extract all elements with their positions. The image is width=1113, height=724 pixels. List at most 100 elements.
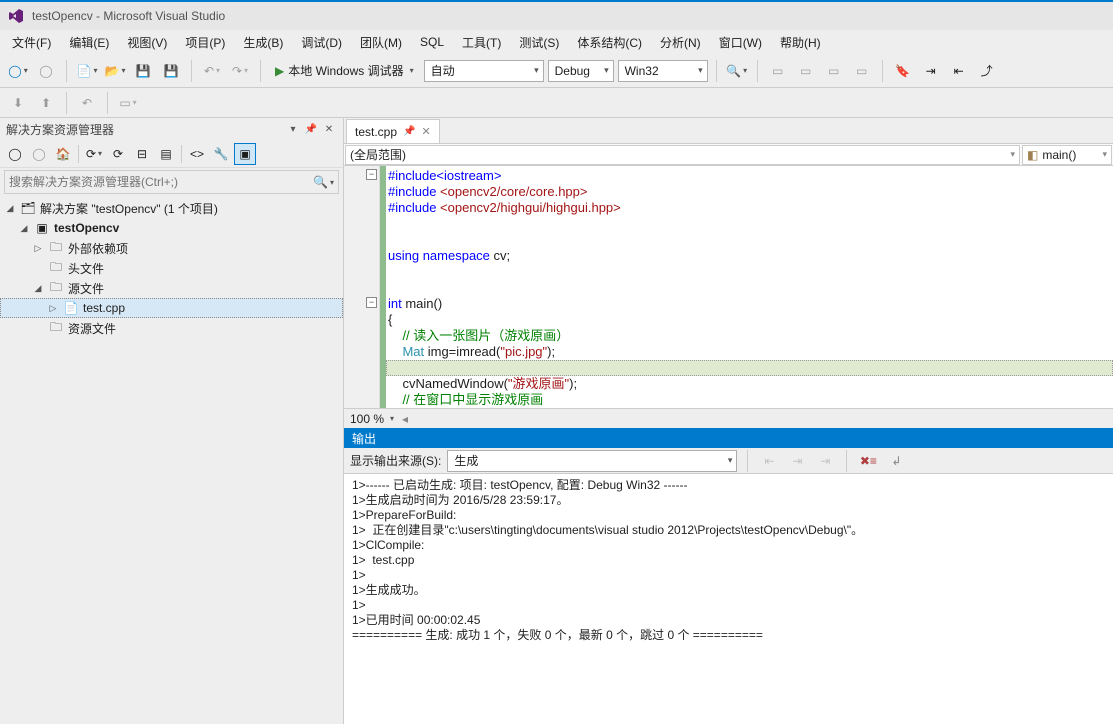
- menu-team[interactable]: 团队(M): [352, 32, 410, 53]
- solution-tree: ◢🗂 解决方案 "testOpencv" (1 个项目) ◢▣ testOpen…: [0, 196, 343, 724]
- menu-tools[interactable]: 工具(T): [454, 32, 509, 53]
- menu-analyze[interactable]: 分析(N): [652, 32, 709, 53]
- open-button[interactable]: 📂▾: [103, 59, 127, 83]
- play-icon: ▶: [275, 64, 284, 78]
- current-line-highlight: [386, 360, 1113, 376]
- solution-search-input[interactable]: [9, 175, 313, 189]
- work-area: 解决方案资源管理器 ▾ 📌 ✕ ◯ ◯ 🏠 ⟳▾ ⟳ ⊟ ▤ <> 🔧 ▣ 🔍▾: [0, 118, 1113, 724]
- pin-icon[interactable]: 📌: [403, 126, 415, 137]
- config-combo[interactable]: 自动: [424, 60, 544, 82]
- output-wrap-icon[interactable]: ↲: [885, 450, 907, 472]
- se-collapse-icon[interactable]: ⊟: [131, 143, 153, 165]
- fold-toggle[interactable]: −: [366, 297, 377, 308]
- zoom-level[interactable]: 100 %: [350, 412, 384, 426]
- output-body[interactable]: 1>------ 已启动生成: 项目: testOpencv, 配置: Debu…: [344, 474, 1113, 724]
- t3-icon[interactable]: ▭: [822, 59, 846, 83]
- main-toolbar: ◯▾ ◯ 📄▾ 📂▾ 💾 💾 ↶▾ ↷▾ ▶ 本地 Windows 调试器 ▾ …: [0, 54, 1113, 88]
- redo-button[interactable]: ↷▾: [228, 59, 252, 83]
- menu-file[interactable]: 文件(F): [4, 32, 59, 53]
- output-clear-icon[interactable]: ✖≡: [857, 450, 879, 472]
- step-icon[interactable]: ⇥: [919, 59, 943, 83]
- output-next2-icon[interactable]: ⇥: [814, 450, 836, 472]
- se-sync-icon[interactable]: ⟳▾: [83, 143, 105, 165]
- menu-test[interactable]: 测试(S): [511, 32, 567, 53]
- panel-close-icon[interactable]: ✕: [321, 121, 337, 137]
- folder-icon: 🗀: [48, 240, 64, 256]
- tree-external-deps[interactable]: ▷🗀 外部依赖项: [0, 238, 343, 258]
- se-preview-icon[interactable]: ▣: [234, 143, 256, 165]
- output-prev-icon[interactable]: ⇤: [758, 450, 780, 472]
- tree-project-node[interactable]: ◢▣ testOpencv: [0, 218, 343, 238]
- menu-edit[interactable]: 编辑(E): [61, 32, 117, 53]
- solution-config-combo[interactable]: Debug: [548, 60, 614, 82]
- menu-window[interactable]: 窗口(W): [711, 32, 770, 53]
- st1-icon[interactable]: ⬇: [6, 91, 30, 115]
- se-fwd-icon[interactable]: ◯: [28, 143, 50, 165]
- tree-solution-node[interactable]: ◢🗂 解决方案 "testOpencv" (1 个项目): [0, 198, 343, 218]
- se-refresh-icon[interactable]: ⟳: [107, 143, 129, 165]
- solution-explorer-title: 解决方案资源管理器: [6, 121, 114, 138]
- se-home-icon[interactable]: 🏠: [52, 143, 74, 165]
- output-source-combo[interactable]: 生成: [447, 450, 737, 472]
- menu-architecture[interactable]: 体系结构(C): [569, 32, 650, 53]
- fold-toggle[interactable]: −: [366, 169, 377, 180]
- tree-resources[interactable]: 🗀 资源文件: [0, 318, 343, 338]
- st2-icon[interactable]: ⬆: [34, 91, 58, 115]
- tab-label: test.cpp: [355, 125, 397, 139]
- tree-file-testcpp[interactable]: ▷📄 test.cpp: [0, 298, 343, 318]
- menu-help[interactable]: 帮助(H): [772, 32, 829, 53]
- solution-explorer-header: 解决方案资源管理器 ▾ 📌 ✕: [0, 118, 343, 140]
- hscroll-left-icon[interactable]: ◂: [402, 412, 408, 426]
- st4-icon[interactable]: ▭▾: [116, 91, 140, 115]
- tree-headers[interactable]: 🗀 头文件: [0, 258, 343, 278]
- tab-close-icon[interactable]: ✕: [421, 125, 430, 138]
- vs-logo-icon: [8, 8, 24, 24]
- se-code-icon[interactable]: <>: [186, 143, 208, 165]
- step2-icon[interactable]: ⇤: [947, 59, 971, 83]
- menu-view[interactable]: 视图(V): [119, 32, 175, 53]
- menu-sql[interactable]: SQL: [412, 33, 452, 51]
- window-title: testOpencv - Microsoft Visual Studio: [32, 9, 225, 23]
- find-in-files-button[interactable]: 🔍▾: [725, 59, 749, 83]
- t2-icon[interactable]: ▭: [794, 59, 818, 83]
- member-combo[interactable]: ◧main(): [1022, 145, 1112, 165]
- platform-combo[interactable]: Win32: [618, 60, 708, 82]
- solution-explorer-panel: 解决方案资源管理器 ▾ 📌 ✕ ◯ ◯ 🏠 ⟳▾ ⟳ ⊟ ▤ <> 🔧 ▣ 🔍▾: [0, 118, 344, 724]
- output-title: 输出: [352, 430, 376, 447]
- new-project-button[interactable]: 📄▾: [75, 59, 99, 83]
- folder-icon: 🗀: [48, 280, 64, 296]
- code-nav-bar: (全局范围) ◧main(): [344, 144, 1113, 166]
- scope-combo[interactable]: (全局范围): [345, 145, 1020, 165]
- menu-debug[interactable]: 调试(D): [293, 32, 350, 53]
- output-header[interactable]: 输出: [344, 428, 1113, 448]
- st3-icon[interactable]: ↶: [75, 91, 99, 115]
- nav-back-button[interactable]: ◯▾: [6, 59, 30, 83]
- breakpoint-icon[interactable]: 🔖: [891, 59, 915, 83]
- menu-build[interactable]: 生成(B): [235, 32, 291, 53]
- code-editor[interactable]: − − #include<iostream> #include <opencv2…: [344, 166, 1113, 408]
- t4-icon[interactable]: ▭: [850, 59, 874, 83]
- menu-project[interactable]: 项目(P): [177, 32, 233, 53]
- start-debug-button[interactable]: ▶ 本地 Windows 调试器 ▾: [269, 59, 420, 83]
- solution-search-box[interactable]: 🔍▾: [4, 170, 339, 194]
- tab-testcpp[interactable]: test.cpp 📌 ✕: [346, 119, 440, 143]
- se-props-icon[interactable]: 🔧: [210, 143, 232, 165]
- solution-icon: 🗂: [20, 200, 36, 216]
- se-back-icon[interactable]: ◯: [4, 143, 26, 165]
- undo-button[interactable]: ↶▾: [200, 59, 224, 83]
- folder-icon: 🗀: [48, 260, 64, 276]
- output-next-icon[interactable]: ⇥: [786, 450, 808, 472]
- tree-sources[interactable]: ◢🗀 源文件: [0, 278, 343, 298]
- panel-dropdown-icon[interactable]: ▾: [285, 121, 301, 137]
- panel-pin-icon[interactable]: 📌: [303, 121, 319, 137]
- save-button[interactable]: 💾: [131, 59, 155, 83]
- step3-icon[interactable]: ⤴: [975, 59, 999, 83]
- t1-icon[interactable]: ▭: [766, 59, 790, 83]
- start-debug-label: 本地 Windows 调试器: [288, 62, 403, 79]
- search-icon: 🔍: [313, 175, 328, 189]
- se-show-icon[interactable]: ▤: [155, 143, 177, 165]
- save-all-button[interactable]: 💾: [159, 59, 183, 83]
- nav-forward-button[interactable]: ◯: [34, 59, 58, 83]
- title-bar: testOpencv - Microsoft Visual Studio: [0, 0, 1113, 30]
- folder-icon: 🗀: [48, 320, 64, 336]
